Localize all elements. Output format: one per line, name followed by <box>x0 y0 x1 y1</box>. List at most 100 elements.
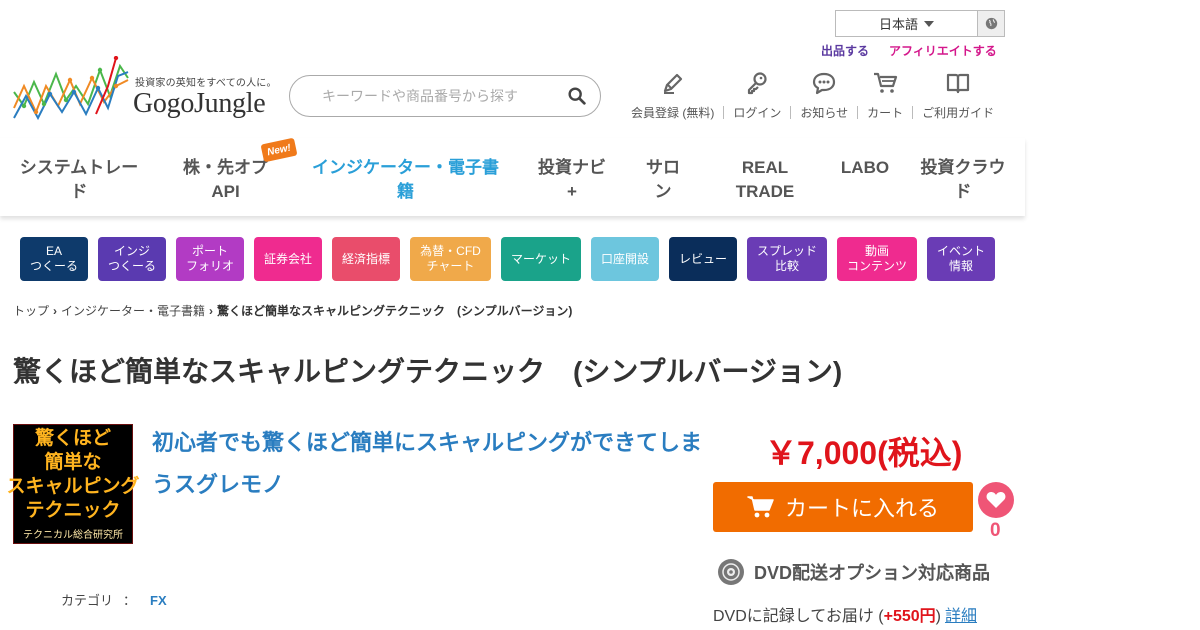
globe-button[interactable] <box>978 11 1004 36</box>
add-to-cart-label: カートに入れる <box>784 496 939 521</box>
thumbnail-author: テクニカル総合研究所 <box>23 530 123 541</box>
category-label: 経済指標 <box>341 251 390 266</box>
breadcrumb-category[interactable]: インジケーター・電子書籍 <box>61 302 205 319</box>
nav-real-trade[interactable]: REAL TRADE <box>726 156 804 204</box>
category-ea-tsukuru[interactable]: EA つくーる <box>20 237 88 281</box>
dvd-detail-link[interactable]: 詳細 <box>945 608 977 625</box>
category-event-info[interactable]: イベント 情報 <box>927 237 995 281</box>
nav-invest-navi[interactable]: 投資ナビ + <box>534 156 610 204</box>
nav-indicator-ebook[interactable]: インジケーター・電子書 籍 <box>308 156 503 204</box>
affiliate-link[interactable]: アフィリエイトする <box>889 42 997 59</box>
nav-invest-cloud[interactable]: 投資クラウ ド <box>916 156 1010 204</box>
logo-tagline: 投資家の英知をすべての人に。 <box>135 78 277 89</box>
thumbnail-text: スキャルピング <box>6 476 140 497</box>
category-portfolio[interactable]: ポート フォリオ <box>176 237 244 281</box>
cart-link[interactable]: カート <box>858 70 912 121</box>
favorite-count: 0 <box>990 520 1001 541</box>
category-brokers[interactable]: 証券会社 <box>254 237 322 281</box>
nav-label: ド <box>954 182 972 201</box>
cart-label: カート <box>867 106 904 120</box>
nav-label: 籍 <box>397 182 414 201</box>
search-icon[interactable] <box>566 85 588 107</box>
category-economic-indicators[interactable]: 経済指標 <box>332 237 400 281</box>
language-dropdown[interactable]: 日本語 <box>836 11 978 36</box>
thumbnail-text: 簡単な <box>44 452 102 473</box>
dvd-note-text: DVDに記録してお届け ( <box>713 608 884 625</box>
cart-icon <box>747 496 774 518</box>
category-market[interactable]: マーケット <box>501 237 581 281</box>
dvd-note-close: ) <box>935 608 941 625</box>
category-label: つくーる <box>107 259 156 273</box>
category-inji-tsukuru[interactable]: インジ つくーる <box>98 237 166 281</box>
category-fx-cfd-chart[interactable]: 為替・CFD チャート <box>410 237 491 281</box>
category-label: マーケット <box>510 251 571 266</box>
nav-system-trade[interactable]: システムトレー ド <box>18 156 140 204</box>
category-colon: ： <box>123 593 137 608</box>
product-subtitle: 初心者でも驚くほど簡単にスキャルピングができてしまうスグレモノ <box>152 430 703 497</box>
nav-label: 株・先オプ <box>183 158 268 177</box>
product-price: ￥7,000(税込) <box>765 435 963 471</box>
category-label: 情報 <box>948 259 973 273</box>
category-label: コンテンツ <box>846 259 907 273</box>
category-label: つくーる <box>29 259 78 273</box>
nav-label: 投資ナビ <box>538 158 606 177</box>
category-video-content[interactable]: 動画 コンテンツ <box>837 237 917 281</box>
login-link[interactable]: ログイン <box>724 70 790 121</box>
thumbnail-text: テクニック <box>25 500 121 521</box>
register-link[interactable]: 会員登録 (無料) <box>622 70 723 121</box>
dvd-option: DVD配送オプション対応商品 <box>717 558 990 586</box>
guide-label: ご利用ガイド <box>922 106 995 120</box>
disc-icon <box>718 559 744 585</box>
nav-labo[interactable]: LABO <box>836 156 894 180</box>
favorite-button[interactable] <box>978 482 1014 518</box>
book-icon <box>947 73 970 94</box>
category-label: チャート <box>426 259 475 273</box>
category-spread-compare[interactable]: スプレッド 比較 <box>747 237 827 281</box>
globe-icon <box>985 17 997 30</box>
nav-label: 投資クラウ <box>920 158 1006 177</box>
register-label: 会員登録 (無料) <box>631 106 715 120</box>
news-link[interactable]: お知らせ <box>791 70 857 121</box>
language-label: 日本語 <box>878 17 918 32</box>
chat-bubble-icon <box>813 72 836 95</box>
login-label: ログイン <box>733 106 782 120</box>
guide-link[interactable]: ご利用ガイド <box>913 70 1003 121</box>
language-selector: 日本語 <box>835 10 1005 37</box>
category-label: 動画 <box>864 244 889 258</box>
user-nav: 会員登録 (無料) ログイン お知らせ カート ご利用ガイド <box>622 70 1003 121</box>
category-label: ポート <box>191 244 228 258</box>
nav-label: システムトレー <box>19 158 139 177</box>
news-label: お知らせ <box>800 106 849 120</box>
dvd-note: DVDに記録してお届け (+550円) 詳細 <box>713 602 977 626</box>
nav-label: + <box>567 182 577 201</box>
dvd-price: +550円 <box>883 608 936 625</box>
nav-stock-api[interactable]: 株・先オプ API <box>178 156 273 204</box>
category-label: EA <box>45 244 62 258</box>
category-label: 為替・CFD <box>420 244 481 258</box>
chevron-right-icon: › <box>209 303 214 318</box>
category-label: フォリオ <box>185 259 234 273</box>
nav-salon[interactable]: サロ ン <box>640 156 686 204</box>
cart-icon <box>874 72 898 93</box>
product-thumbnail[interactable]: 驚くほど 簡単な スキャルピング テクニック テクニカル総合研究所 <box>7 424 140 544</box>
nav-label: API <box>211 182 240 201</box>
heart-icon <box>986 492 1006 508</box>
key-icon <box>748 72 767 95</box>
add-to-cart-button[interactable]: カートに入れる <box>713 482 973 532</box>
nav-label: ド <box>70 182 88 201</box>
category-open-account[interactable]: 口座開設 <box>591 237 659 281</box>
breadcrumb-home[interactable]: トップ <box>13 302 49 319</box>
nav-label: REAL <box>741 158 789 177</box>
category-link[interactable]: FX <box>150 593 167 608</box>
category-review[interactable]: レビュー <box>669 237 737 281</box>
page-title: 驚くほど簡単なスキャルピングテクニック (シンプルバージョン) <box>13 356 843 387</box>
category-label: レビュー <box>678 251 727 266</box>
search-bar <box>289 75 601 117</box>
nav-label: LABO <box>840 158 890 177</box>
logo-name: GogoJungle <box>133 88 266 119</box>
category-label: カテゴリ <box>61 593 114 608</box>
category-label: 口座開設 <box>600 251 649 266</box>
breadcrumb: トップ › インジケーター・電子書籍 › 驚くほど簡単なスキャルピングテクニック… <box>13 302 572 319</box>
search-input[interactable] <box>320 87 566 105</box>
sell-link[interactable]: 出品する <box>821 42 869 59</box>
